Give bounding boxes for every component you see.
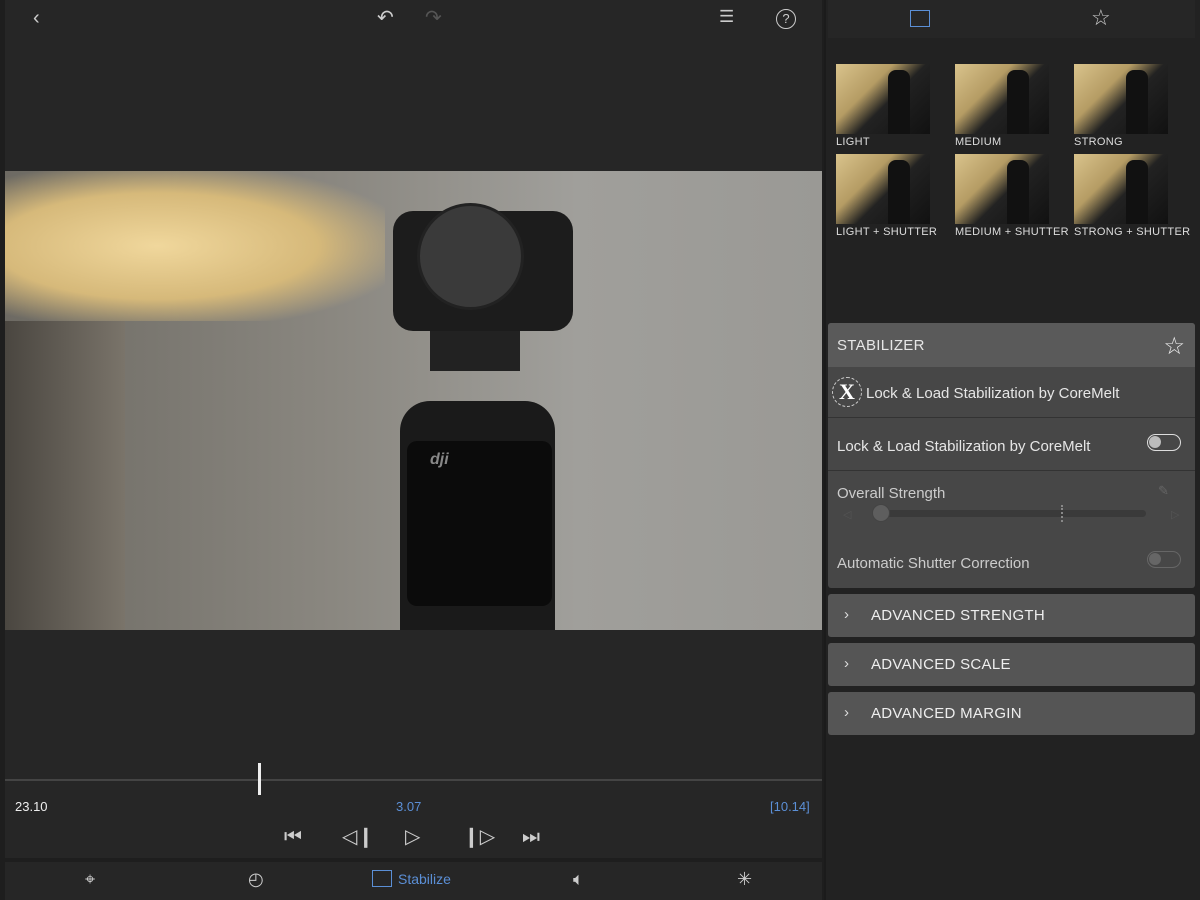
preset-thumbnail[interactable] xyxy=(955,64,1049,134)
step-back-icon[interactable]: ◁❙ xyxy=(342,827,374,847)
preset-label: MEDIUM + SHUTTER xyxy=(955,226,1069,238)
section-label: ADVANCED SCALE xyxy=(871,656,1011,673)
favorites-star-icon[interactable]: ☆ xyxy=(1091,7,1111,29)
bottom-toolbar: ⌖ ◴ Stabilize 🔈︎ ✳ xyxy=(5,862,822,900)
preset-label: MEDIUM xyxy=(955,136,1002,148)
panel-tabs: ☆ xyxy=(828,0,1195,38)
preset-label: LIGHT xyxy=(836,136,870,148)
step-forward-icon[interactable]: ❙▷ xyxy=(463,827,495,847)
add-favorite-star-icon[interactable]: ☆ xyxy=(1163,332,1185,361)
section-label: ADVANCED STRENGTH xyxy=(871,607,1046,624)
advanced-section[interactable]: › ADVANCED MARGIN xyxy=(828,692,1195,735)
section-label: ADVANCED MARGIN xyxy=(871,705,1022,722)
strength-label: Overall Strength xyxy=(837,485,946,502)
increase-icon[interactable]: ▷ xyxy=(1171,508,1179,521)
help-icon[interactable]: ? xyxy=(776,9,796,29)
advanced-section[interactable]: › ADVANCED SCALE xyxy=(828,643,1195,686)
duration-time: 23.10 xyxy=(15,799,48,814)
playhead[interactable] xyxy=(258,763,262,795)
speed-gauge-icon[interactable]: ◴ xyxy=(248,870,264,888)
clipboard-icon[interactable]: ☰ xyxy=(719,8,734,25)
plugin-name: Lock & Load Stabilization by CoreMelt xyxy=(866,385,1120,402)
pencil-icon[interactable]: ✎ xyxy=(1158,483,1169,499)
tab-stabilize[interactable]: Stabilize xyxy=(372,870,451,887)
chevron-right-icon: › xyxy=(844,704,849,721)
shutter-toggle[interactable] xyxy=(1147,551,1181,568)
preset-thumbnail[interactable] xyxy=(1074,154,1168,224)
stabilize-icon xyxy=(372,870,392,887)
skip-to-start-icon[interactable]: ⏮ xyxy=(284,827,302,847)
enable-label: Lock & Load Stabilization by CoreMelt xyxy=(837,438,1091,455)
stabilize-presets-tab-icon[interactable] xyxy=(910,10,930,27)
video-frame[interactable]: dji xyxy=(5,171,822,630)
chevron-right-icon: › xyxy=(844,606,849,623)
current-time: 3.07 xyxy=(396,799,422,814)
timeline-track[interactable] xyxy=(5,779,822,781)
shutter-label: Automatic Shutter Correction xyxy=(837,555,1030,572)
plugin-row: X Lock & Load Stabilization by CoreMelt xyxy=(828,367,1195,418)
remaining-time: [10.14] xyxy=(770,799,810,814)
coremelt-logo-icon: X xyxy=(832,377,862,407)
top-bar: ‹ ↶ ↷ ☰ ? xyxy=(5,0,822,38)
play-icon[interactable]: ▷ xyxy=(405,827,420,847)
enable-toggle[interactable] xyxy=(1147,434,1181,451)
chevron-right-icon: › xyxy=(844,655,849,672)
enable-row: Lock & Load Stabilization by CoreMelt xyxy=(828,419,1195,471)
speaker-icon[interactable]: 🔈︎ xyxy=(573,870,584,888)
stabilizer-card: STABILIZER ☆ X Lock & Load Stabilization… xyxy=(828,323,1195,588)
preset-thumbnail[interactable] xyxy=(836,154,930,224)
back-icon[interactable]: ‹ xyxy=(33,8,40,28)
crop-target-icon[interactable]: ⌖ xyxy=(85,870,95,888)
preset-label: STRONG xyxy=(1074,136,1123,148)
strength-slider[interactable] xyxy=(872,504,1146,522)
preset-thumbnail[interactable] xyxy=(955,154,1049,224)
preset-thumbnail[interactable] xyxy=(1074,64,1168,134)
stabilizer-title: STABILIZER xyxy=(837,337,925,354)
redo-icon[interactable]: ↷ xyxy=(425,8,442,28)
undo-icon[interactable]: ↶ xyxy=(377,8,394,28)
preset-thumbnail[interactable] xyxy=(836,64,930,134)
preset-label: LIGHT + SHUTTER xyxy=(836,226,938,238)
slider-thumb[interactable] xyxy=(872,504,890,522)
stabilizer-header[interactable]: STABILIZER ☆ xyxy=(828,323,1195,367)
strength-section: Overall Strength ✎ ◁ ▷ Automatic Shutter… xyxy=(828,472,1195,588)
effects-icon[interactable]: ✳ xyxy=(737,870,752,888)
skip-to-end-icon[interactable]: ⏭ xyxy=(522,827,540,847)
tab-label: Stabilize xyxy=(398,870,451,887)
advanced-section[interactable]: › ADVANCED STRENGTH xyxy=(828,594,1195,637)
preset-label: STRONG + SHUTTER xyxy=(1074,226,1191,238)
decrease-icon[interactable]: ◁ xyxy=(843,508,851,521)
